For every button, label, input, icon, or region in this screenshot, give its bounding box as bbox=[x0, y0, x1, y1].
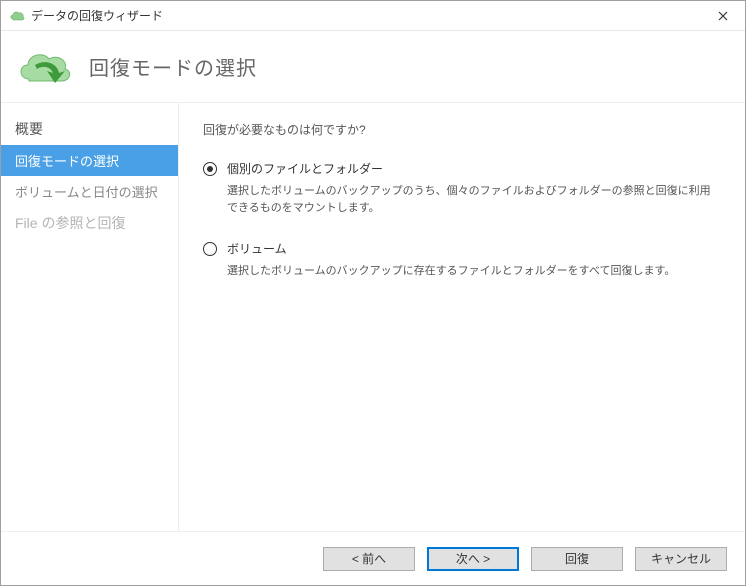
option-individual: 個別のファイルとフォルダー 選択したボリュームのバックアップのうち、個々のファイ… bbox=[203, 160, 721, 216]
option-volume-row[interactable]: ボリューム bbox=[203, 240, 721, 257]
window-title: データの回復ウィザード bbox=[31, 7, 701, 24]
option-individual-label: 個別のファイルとフォルダー bbox=[227, 160, 383, 177]
close-icon bbox=[718, 11, 728, 21]
option-volume-label: ボリューム bbox=[227, 240, 287, 257]
close-button[interactable] bbox=[701, 1, 745, 30]
option-individual-row[interactable]: 個別のファイルとフォルダー bbox=[203, 160, 721, 177]
sidebar-item-recovery-mode[interactable]: 回復モードの選択 bbox=[1, 145, 178, 176]
sidebar-item-overview[interactable]: 概要 bbox=[1, 113, 178, 145]
wizard-header: 回復モードの選択 bbox=[1, 31, 745, 103]
option-volume-desc: 選択したボリュームのバックアップに存在するファイルとフォルダーをすべて回復します… bbox=[227, 263, 721, 280]
titlebar: データの回復ウィザード bbox=[1, 1, 745, 31]
back-button[interactable]: < 前へ bbox=[323, 547, 415, 571]
wizard-window: データの回復ウィザード 回復モードの選択 概要 回復モードの選択 ボリュームと日… bbox=[0, 0, 746, 586]
option-individual-desc: 選択したボリュームのバックアップのうち、個々のファイルおよびフォルダーの参照と回… bbox=[227, 183, 721, 216]
sidebar-item-volume-date[interactable]: ボリュームと日付の選択 bbox=[1, 176, 178, 207]
recover-button[interactable]: 回復 bbox=[531, 547, 623, 571]
wizard-footer: < 前へ 次へ > 回復 キャンセル bbox=[1, 531, 745, 585]
question-text: 回復が必要なものは何ですか? bbox=[203, 121, 721, 138]
wizard-content: 回復が必要なものは何ですか? 個別のファイルとフォルダー 選択したボリュームのバ… bbox=[179, 103, 745, 531]
sidebar-item-file-browse[interactable]: File の参照と回復 bbox=[1, 207, 178, 239]
cancel-button[interactable]: キャンセル bbox=[635, 547, 727, 571]
wizard-body: 概要 回復モードの選択 ボリュームと日付の選択 File の参照と回復 回復が必… bbox=[1, 103, 745, 531]
option-volume: ボリューム 選択したボリュームのバックアップに存在するファイルとフォルダーをすべ… bbox=[203, 240, 721, 280]
radio-individual[interactable] bbox=[203, 162, 217, 176]
wizard-steps-sidebar: 概要 回復モードの選択 ボリュームと日付の選択 File の参照と回復 bbox=[1, 103, 179, 531]
cloud-restore-icon bbox=[13, 47, 77, 87]
app-icon bbox=[9, 8, 25, 24]
radio-volume[interactable] bbox=[203, 242, 217, 256]
page-title: 回復モードの選択 bbox=[89, 52, 257, 81]
next-button[interactable]: 次へ > bbox=[427, 547, 519, 571]
